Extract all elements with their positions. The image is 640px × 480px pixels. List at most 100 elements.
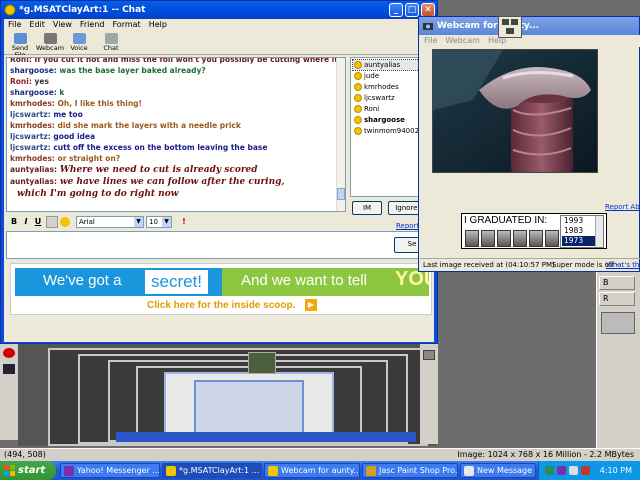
message-text: Oh, I like this thing! — [57, 99, 142, 108]
security-icon[interactable] — [581, 466, 590, 475]
chat-message: Roni: If you cut it hot and miss the foi… — [10, 58, 345, 64]
minimize-button[interactable]: _ — [389, 3, 403, 17]
message-sender[interactable]: ljcswartz: — [10, 110, 51, 119]
menu-file[interactable]: File — [420, 35, 441, 47]
chat-title-bar[interactable]: *g.MSATClayArt:1 -- Chat _ □ ✕ — [1, 1, 437, 19]
last-image-status: Last image received at (04:10:57 PM) — [423, 261, 555, 269]
member-name: twinmom94002 — [364, 127, 420, 135]
psp-image-canvas[interactable] — [18, 340, 436, 446]
im-button[interactable]: IM — [352, 201, 382, 215]
volume-icon[interactable] — [569, 466, 578, 475]
bold-button[interactable]: B — [8, 216, 20, 228]
text-color-icon[interactable] — [46, 216, 58, 228]
chat-icon — [166, 466, 176, 476]
italic-button[interactable]: I — [20, 216, 32, 228]
scrollbar-thumb[interactable] — [337, 188, 345, 200]
year-option[interactable]: 1993 — [562, 216, 596, 226]
emoticon-icon[interactable] — [60, 217, 70, 227]
message-sender[interactable]: Roni: — [10, 77, 32, 86]
menu-help[interactable]: Help — [145, 19, 171, 31]
voice-icon — [72, 33, 86, 44]
message-sender[interactable]: shargoose: — [10, 66, 57, 75]
message-input[interactable] — [6, 231, 430, 259]
taskbar-button-webcam[interactable]: Webcam for aunty... — [264, 463, 360, 478]
whats-this-link[interactable]: What's this — [606, 259, 640, 271]
maximize-button[interactable]: □ — [405, 3, 419, 17]
psp-panel-r[interactable]: R — [599, 292, 635, 306]
font-size-select[interactable]: 10 ▼ — [146, 216, 172, 228]
psp-color-panel: B R — [596, 272, 640, 448]
buzz-icon[interactable]: ! — [178, 216, 190, 228]
taskbar-label: Yahoo! Messenger ... — [77, 466, 160, 475]
underline-button[interactable]: U — [32, 216, 44, 228]
play-arrow-icon[interactable]: ▶ — [305, 299, 317, 311]
graduation-ad[interactable]: I GRADUATED IN: 1993 1983 1973 — [461, 213, 607, 249]
message-sender[interactable]: auntyalias: — [10, 177, 57, 186]
menu-edit[interactable]: Edit — [25, 19, 49, 31]
messenger-mini-window[interactable] — [498, 16, 522, 38]
chat-icon — [104, 33, 118, 44]
message-text: did she mark the layers with a needle pr… — [57, 121, 241, 130]
start-button[interactable]: start — [0, 461, 56, 480]
menu-view[interactable]: View — [49, 19, 76, 31]
chat-transcript[interactable]: Roni: If you cut it hot and miss the foi… — [6, 57, 346, 212]
chat-label: Chat — [103, 44, 119, 52]
message-text: Where we need to cut is already scored — [59, 165, 258, 175]
portrait-image — [465, 230, 479, 247]
color-swatch-icon[interactable] — [3, 364, 15, 374]
messenger-tray-icon[interactable] — [557, 466, 566, 475]
ad-banner[interactable]: We've got a secret! And we want to tell … — [10, 263, 432, 315]
message-sender[interactable]: ljcswartz: — [10, 132, 51, 141]
chat-window-icon — [4, 4, 16, 16]
year-option[interactable]: 1983 — [562, 226, 596, 236]
color-tool-icon[interactable] — [3, 348, 15, 358]
webcam-video-feed — [432, 49, 598, 173]
font-select[interactable]: Arial ▼ — [76, 216, 144, 228]
member-name: Roni — [364, 105, 380, 113]
windows-flag-icon — [4, 465, 15, 476]
transcript-scrollbar[interactable] — [336, 58, 345, 211]
webcam-report-abuse-link[interactable]: Report Abu — [605, 203, 640, 211]
nested-taskbar — [116, 432, 416, 442]
taskbar-button-paint-shop-pro[interactable]: Jasc Paint Shop Pro... — [362, 463, 458, 478]
menu-format[interactable]: Format — [108, 19, 144, 31]
taskbar-label: New Message — [477, 466, 533, 475]
ad-cta-link[interactable]: Click here for the inside scoop. — [147, 300, 295, 311]
smiley-icon — [354, 72, 362, 80]
smiley-icon — [354, 61, 362, 69]
taskbar-button-new-message[interactable]: New Message — [460, 463, 536, 478]
chat-button[interactable]: Chat — [100, 32, 122, 54]
message-sender[interactable]: ljcswartz: — [10, 143, 51, 152]
graduation-year-list[interactable]: 1993 1983 1973 — [560, 215, 604, 248]
menu-webcam[interactable]: Webcam — [441, 35, 484, 47]
message-sender[interactable]: kmrhodes: — [10, 154, 55, 163]
message-sender[interactable]: kmrhodes: — [10, 121, 55, 130]
menu-file[interactable]: File — [4, 19, 25, 31]
font-name: Arial — [79, 218, 95, 226]
close-button[interactable]: ✕ — [421, 3, 435, 17]
message-sender[interactable]: auntyalias: — [10, 165, 57, 174]
clock: 4:10 PM — [599, 466, 632, 475]
webcam-button[interactable]: Webcam — [36, 32, 64, 54]
psp-panel-b[interactable]: B — [599, 276, 635, 290]
webcam-status-bar: Last image received at (04:10:57 PM) Sup… — [420, 258, 640, 271]
envelope-icon[interactable] — [423, 350, 435, 360]
year-list-scrollbar[interactable] — [595, 216, 603, 247]
taskbar-button-chat[interactable]: *g.MSATClayArt:1 ... — [162, 463, 262, 478]
year-option-selected[interactable]: 1973 — [562, 236, 596, 246]
message-text: me too — [53, 110, 83, 119]
network-icon[interactable] — [545, 466, 554, 475]
menu-friend[interactable]: Friend — [76, 19, 109, 31]
send-file-button[interactable]: Send File — [6, 32, 34, 59]
webcam-title-bar[interactable]: Webcam for aunty... — [419, 17, 639, 35]
taskbar-button-yahoo-messenger[interactable]: Yahoo! Messenger ... — [60, 463, 160, 478]
psp-swatch[interactable] — [601, 312, 635, 334]
message-sender[interactable]: kmrhodes: — [10, 99, 55, 108]
message-sender[interactable]: shargoose: — [10, 88, 57, 97]
webcam-icon — [268, 466, 278, 476]
chat-window: *g.MSATClayArt:1 -- Chat _ □ ✕ File Edit V… — [0, 0, 438, 344]
chat-window-title: *g.MSATClayArt:1 -- Chat — [19, 5, 146, 15]
chat-message: auntyalias: Where we need to cut is alre… — [10, 165, 258, 175]
voice-button[interactable]: Voice — [68, 32, 90, 54]
ad-top-strip: We've got a secret! And we want to tell … — [15, 268, 431, 296]
